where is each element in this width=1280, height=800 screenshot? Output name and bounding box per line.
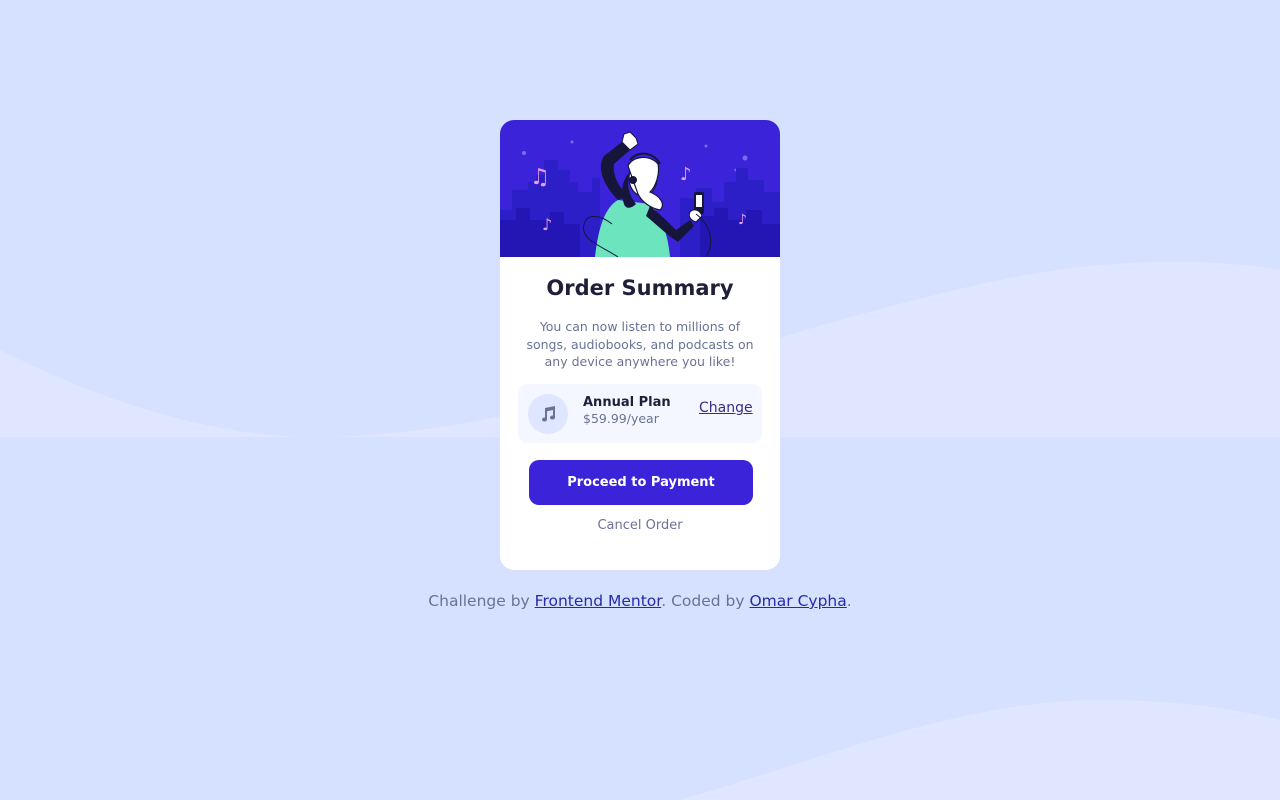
music-note-icon xyxy=(528,394,568,434)
hero-illustration: ♫ ♪ ♪ ♪ xyxy=(500,120,780,257)
attribution: Challenge by Frontend Mentor. Coded by O… xyxy=(0,592,1280,610)
cancel-order-button[interactable]: Cancel Order xyxy=(500,518,780,533)
card-title: Order Summary xyxy=(546,276,734,300)
card-description: You can now listen to millions of songs,… xyxy=(526,319,754,369)
change-plan-link[interactable]: Change xyxy=(699,400,753,416)
proceed-to-payment-button[interactable]: Proceed to Payment xyxy=(529,460,753,505)
attribution-middle: . Coded by xyxy=(661,592,750,610)
author-link[interactable]: Omar Cypha xyxy=(749,592,846,610)
svg-text:♫: ♫ xyxy=(530,165,550,190)
svg-text:♪: ♪ xyxy=(542,215,552,234)
plan-name: Annual Plan xyxy=(583,395,671,410)
svg-text:♪: ♪ xyxy=(738,212,747,228)
svg-text:♪: ♪ xyxy=(680,164,692,185)
attribution-suffix: . xyxy=(846,592,852,610)
attribution-prefix: Challenge by xyxy=(428,592,535,610)
frontend-mentor-link[interactable]: Frontend Mentor xyxy=(535,592,662,610)
plan-price: $59.99/year xyxy=(583,411,659,426)
plan-box: Annual Plan $59.99/year Change xyxy=(518,384,762,443)
